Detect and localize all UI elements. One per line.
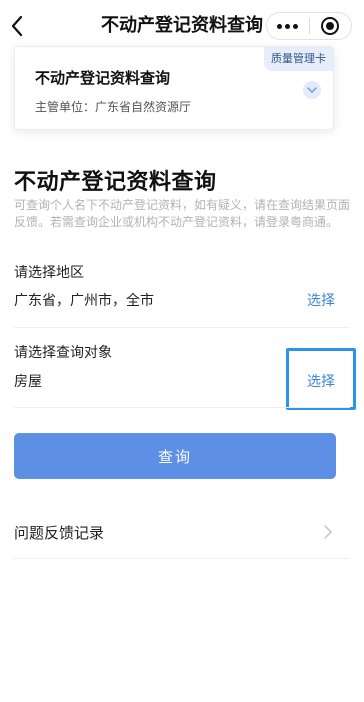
main-description: 可查询个人名下不动产登记资料，如有疑义，请在查询结果页面反馈。若需查询企业或机构… xyxy=(14,198,351,229)
highlight-box xyxy=(286,348,356,410)
service-info-card[interactable]: 质量管理卡 不动产登记资料查询 主管单位：广东省自然资源厅 xyxy=(14,46,334,130)
page-title: 不动产登记资料查询 xyxy=(101,15,263,36)
main-heading: 不动产登记资料查询 xyxy=(14,170,217,195)
card-subtitle: 主管单位：广东省自然资源厅 xyxy=(35,100,192,114)
target-label: 请选择查询对象 xyxy=(14,345,112,361)
mini-program-capsule xyxy=(266,12,352,40)
divider xyxy=(14,558,350,559)
feedback-label: 问题反馈记录 xyxy=(14,523,105,542)
back-arrow-icon[interactable] xyxy=(4,10,30,42)
target-value: 房屋 xyxy=(14,374,42,390)
chevron-down-icon[interactable] xyxy=(303,81,321,99)
region-select-button[interactable]: 选择 xyxy=(307,290,335,310)
region-label: 请选择地区 xyxy=(14,265,84,281)
divider xyxy=(14,327,350,328)
feedback-record-row[interactable]: 问题反馈记录 xyxy=(14,508,336,556)
navigation-bar: 不动产登记资料查询 xyxy=(0,0,364,52)
card-title: 不动产登记资料查询 xyxy=(35,69,171,87)
divider xyxy=(14,407,350,408)
quality-badge[interactable]: 质量管理卡 xyxy=(264,47,333,71)
query-button[interactable]: 查询 xyxy=(14,433,336,479)
region-value: 广东省，广州市，全市 xyxy=(14,293,154,309)
chevron-right-icon xyxy=(320,524,336,540)
more-dots-icon[interactable] xyxy=(267,13,309,39)
close-target-icon[interactable] xyxy=(309,13,351,39)
